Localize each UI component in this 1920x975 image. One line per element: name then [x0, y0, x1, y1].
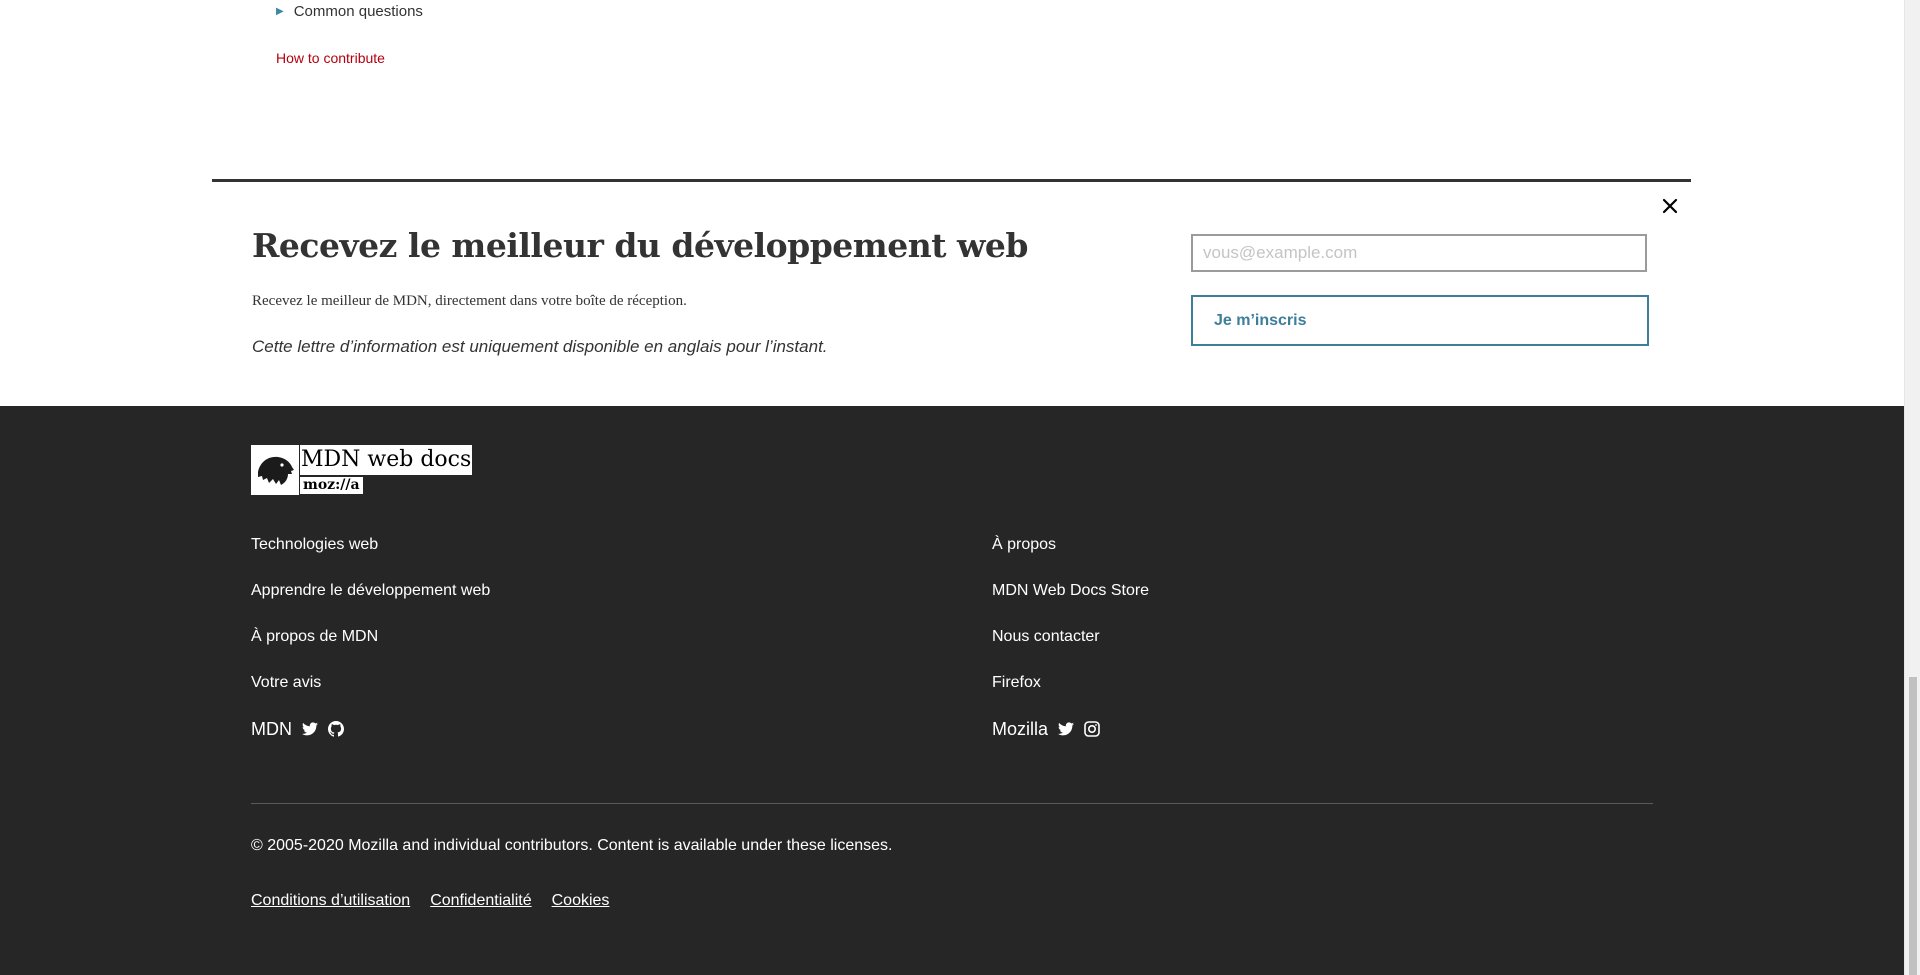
- twitter-icon[interactable]: [302, 722, 318, 736]
- newsletter-banner: Recevez le meilleur du développement web…: [212, 179, 1691, 409]
- footer-link-firefox[interactable]: Firefox: [992, 673, 1149, 719]
- github-icon[interactable]: [328, 721, 344, 737]
- vertical-scrollbar[interactable]: [1904, 0, 1920, 975]
- footer-link-about-mdn[interactable]: À propos de MDN: [251, 627, 490, 673]
- footer-link-feedback[interactable]: Votre avis: [251, 673, 490, 719]
- mdn-social: MDN: [251, 719, 490, 739]
- cookies-link[interactable]: Cookies: [552, 892, 610, 910]
- how-to-contribute-link[interactable]: How to contribute: [276, 50, 385, 66]
- email-field[interactable]: [1191, 234, 1647, 272]
- footer-link-web-technologies[interactable]: Technologies web: [251, 535, 490, 581]
- mozilla-social-label: Mozilla: [992, 718, 1049, 739]
- footer-link-contact[interactable]: Nous contacter: [992, 627, 1149, 673]
- scrollbar-thumb[interactable]: [1909, 677, 1917, 975]
- page: ▶ Common questions How to contribute Rec…: [0, 0, 1904, 975]
- logo-text: MDN web docs moz://a: [300, 445, 473, 495]
- footer-link-about[interactable]: À propos: [992, 535, 1149, 581]
- footer-link-store[interactable]: MDN Web Docs Store: [992, 581, 1149, 627]
- footer-column-left: Technologies web Apprendre le développem…: [251, 535, 490, 739]
- mozilla-social: Mozilla: [992, 719, 1149, 739]
- mdn-logo[interactable]: MDN web docs moz://a: [251, 445, 473, 495]
- legal-links: Conditions d’utilisation Confidentialité…: [251, 892, 629, 910]
- dino-logo-icon: [251, 445, 299, 495]
- logo-mozilla: moz://a: [300, 477, 363, 494]
- toc-item-common-questions[interactable]: ▶ Common questions: [276, 3, 423, 20]
- site-footer: MDN web docs moz://a Technologies web Ap…: [0, 406, 1904, 975]
- terms-link[interactable]: Conditions d’utilisation: [251, 892, 410, 910]
- newsletter-title: Recevez le meilleur du développement web: [252, 226, 1028, 265]
- triangle-right-icon: ▶: [276, 6, 284, 17]
- toc-item-label: Common questions: [293, 3, 423, 20]
- subscribe-button[interactable]: Je m’inscris: [1191, 295, 1649, 346]
- footer-divider: [251, 803, 1653, 804]
- logo-title: MDN web docs: [300, 445, 473, 475]
- newsletter-description: Recevez le meilleur de MDN, directement …: [252, 293, 687, 309]
- newsletter-note: Cette lettre d’information est uniquemen…: [252, 337, 828, 356]
- close-icon[interactable]: [1656, 192, 1684, 220]
- mdn-social-label: MDN: [251, 718, 292, 739]
- privacy-link[interactable]: Confidentialité: [430, 892, 531, 910]
- footer-column-right: À propos MDN Web Docs Store Nous contact…: [992, 535, 1149, 739]
- footer-link-learn-web-dev[interactable]: Apprendre le développement web: [251, 581, 490, 627]
- copyright-text: © 2005-2020 Mozilla and individual contr…: [251, 837, 893, 854]
- instagram-icon[interactable]: [1084, 721, 1100, 737]
- twitter-icon[interactable]: [1058, 722, 1075, 736]
